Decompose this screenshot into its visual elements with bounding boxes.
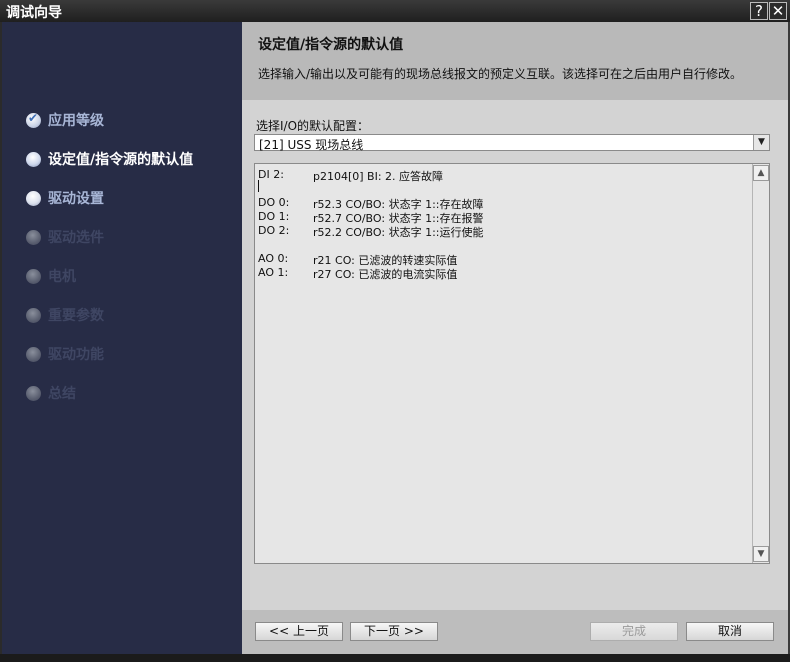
step-drive-settings[interactable]: 驱动设置 [26, 188, 104, 208]
disabled-step-icon [26, 229, 41, 245]
pending-step-icon [26, 190, 41, 206]
io-config-dropdown[interactable]: [21] USS 现场总线 ▼ [254, 134, 770, 152]
io-line: DI 2: p2104[0] BI: 2. 应答故障 [258, 168, 748, 183]
io-line: DO 1: r52.7 CO/BO: 状态字 1::存在报警 [258, 210, 748, 225]
step-label: 驱动设置 [48, 191, 104, 207]
scroll-down-icon[interactable]: ▼ [753, 546, 769, 562]
title-bar: 调试向导 ? ✕ [0, 0, 790, 22]
io-line: AO 1: r27 CO: 已滤波的电流实际值 [258, 266, 748, 281]
wizard-window: 调试向导 ? ✕ 应用等级 设定值/指令源的默认值 驱动设置 驱动选件 电机 重… [0, 0, 790, 662]
back-button[interactable]: << 上一页 [255, 622, 343, 641]
step-drive-functions: 驱动功能 [26, 344, 104, 364]
io-value: r27 CO: 已滤波的电流实际值 [313, 268, 458, 281]
step-label: 重要参数 [48, 308, 104, 324]
step-summary: 总结 [26, 383, 76, 403]
step-drive-options: 驱动选件 [26, 227, 104, 247]
window-title: 调试向导 [6, 5, 62, 21]
next-button[interactable]: 下一页 >> [350, 622, 438, 641]
text-caret [258, 180, 259, 192]
active-step-icon [26, 151, 41, 167]
disabled-step-icon [26, 268, 41, 284]
help-button[interactable]: ? [750, 2, 768, 20]
steps-sidebar: 应用等级 设定值/指令源的默认值 驱动设置 驱动选件 电机 重要参数 驱动功能 [2, 22, 242, 654]
io-name: DI 2: [258, 168, 284, 181]
io-assignment-textbox[interactable]: DI 2: p2104[0] BI: 2. 应答故障 DO 0: r52.3 CO/… [254, 163, 770, 564]
step-label: 驱动功能 [48, 347, 104, 363]
step-label: 应用等级 [48, 113, 104, 129]
io-line: DO 2: r52.2 CO/BO: 状态字 1::运行使能 [258, 224, 748, 239]
step-important-params: 重要参数 [26, 305, 104, 325]
io-line [258, 182, 748, 196]
step-label: 电机 [48, 269, 76, 285]
page-title: 设定值/指令源的默认值 [258, 37, 404, 53]
io-lines: DI 2: p2104[0] BI: 2. 应答故障 DO 0: r52.3 CO/… [258, 168, 748, 281]
close-button[interactable]: ✕ [769, 2, 787, 20]
scroll-up-icon[interactable]: ▲ [753, 165, 769, 181]
checkmark-icon [26, 111, 41, 128]
step-application-level[interactable]: 应用等级 [26, 110, 104, 130]
io-name: DO 1: [258, 210, 290, 223]
io-line: DO 0: r52.3 CO/BO: 状态字 1::存在故障 [258, 196, 748, 211]
io-line: AO 0: r21 CO: 已滤波的转速实际值 [258, 252, 748, 267]
cancel-button[interactable]: 取消 [686, 622, 774, 641]
step-setpoint-defaults[interactable]: 设定值/指令源的默认值 [26, 149, 193, 169]
disabled-step-icon [26, 385, 41, 401]
window-border [0, 654, 790, 662]
io-name: AO 1: [258, 266, 289, 279]
step-label: 驱动选件 [48, 230, 104, 246]
step-motor: 电机 [26, 266, 76, 286]
finish-button: 完成 [590, 622, 678, 641]
disabled-step-icon [26, 307, 41, 323]
dropdown-arrow-icon[interactable]: ▼ [753, 135, 769, 150]
page-description: 选择输入/输出以及可能有的现场总线报文的预定义互联。该选择可在之后由用户自行修改… [258, 67, 743, 81]
io-line [258, 238, 748, 252]
disabled-step-icon [26, 346, 41, 362]
main-content: 选择I/O的默认配置： [21] USS 现场总线 ▼ DI 2: p2104[0… [242, 100, 788, 610]
button-bar: << 上一页 下一页 >> 完成 取消 [242, 610, 788, 654]
dropdown-value: [21] USS 现场总线 [259, 138, 364, 152]
io-name: DO 0: [258, 196, 290, 209]
io-name: DO 2: [258, 224, 290, 237]
page-header: 设定值/指令源的默认值 选择输入/输出以及可能有的现场总线报文的预定义互联。该选… [242, 22, 788, 100]
vertical-scrollbar[interactable]: ▲ ▼ [752, 164, 769, 563]
step-label: 设定值/指令源的默认值 [48, 152, 194, 168]
config-label: 选择I/O的默认配置： [256, 119, 370, 133]
io-name: AO 0: [258, 252, 289, 265]
step-label: 总结 [48, 386, 76, 402]
